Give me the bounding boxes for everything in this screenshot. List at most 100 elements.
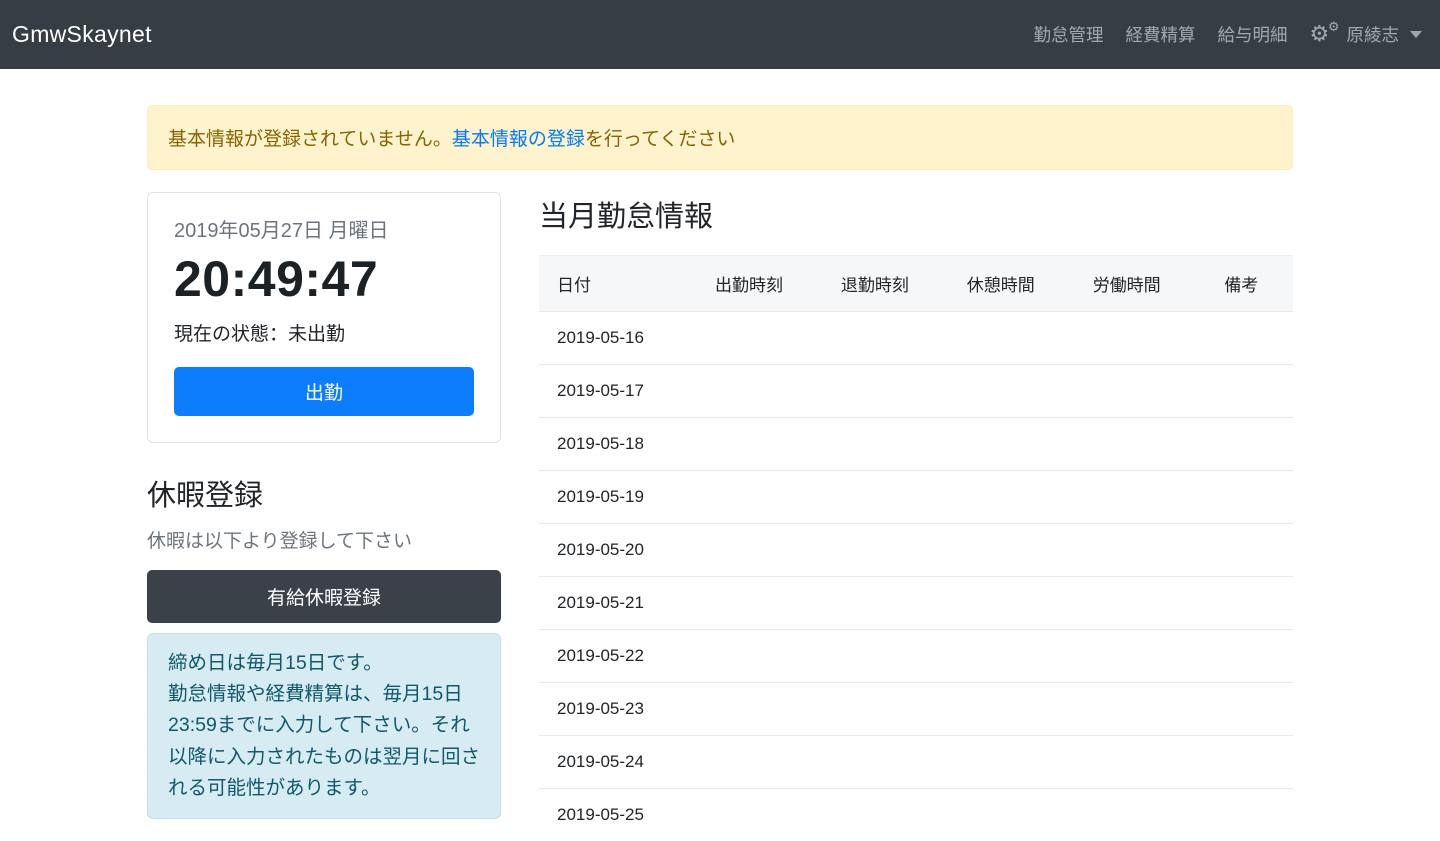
empty-cell [1064,418,1190,471]
empty-cell [812,789,938,841]
attendance-table: 日付 出勤時刻 退勤時刻 休憩時間 労働時間 備考 2019-05-162019… [539,255,1293,841]
empty-cell [812,471,938,524]
empty-cell [686,630,812,683]
date-cell: 2019-05-24 [539,736,686,789]
table-row: 2019-05-19 [539,471,1293,524]
navbar-menu: 勤怠管理 経費精算 給与明細 ⚙⚙ 原綾志 [1034,22,1423,48]
empty-cell [686,418,812,471]
empty-cell [1064,630,1190,683]
user-name: 原綾志 [1347,22,1400,47]
current-time: 20:49:47 [174,250,474,308]
header-clock-in: 出勤時刻 [686,256,812,312]
right-column: 当月勤怠情報 日付 出勤時刻 退勤時刻 休憩時間 労働時 [539,192,1293,841]
date-cell: 2019-05-23 [539,683,686,736]
date-cell: 2019-05-20 [539,524,686,577]
warning-text-before: 基本情報が登録されていません。 [168,129,452,150]
empty-cell [938,471,1064,524]
empty-cell [938,312,1064,365]
table-row: 2019-05-24 [539,736,1293,789]
empty-cell [938,736,1064,789]
empty-cell [938,365,1064,418]
empty-cell [938,789,1064,841]
left-column: 2019年05月27日 月曜日 20:49:47 現在の状態：未出勤 出勤 休暇… [147,192,501,841]
date-cell: 2019-05-21 [539,577,686,630]
nav-item-attendance[interactable]: 勤怠管理 [1034,22,1104,47]
empty-cell [1190,418,1293,471]
empty-cell [812,524,938,577]
empty-cell [1064,312,1190,365]
empty-cell [1190,630,1293,683]
empty-cell [1064,736,1190,789]
empty-cell [812,365,938,418]
empty-cell [1190,312,1293,365]
empty-cell [938,630,1064,683]
empty-cell [812,312,938,365]
empty-cell [812,577,938,630]
empty-cell [1064,524,1190,577]
empty-cell [812,418,938,471]
empty-cell [1190,365,1293,418]
table-row: 2019-05-20 [539,524,1293,577]
empty-cell [686,577,812,630]
empty-cell [938,418,1064,471]
empty-cell [1064,365,1190,418]
attendance-table-head: 日付 出勤時刻 退勤時刻 休憩時間 労働時間 備考 [539,256,1293,312]
empty-cell [1064,789,1190,841]
user-dropdown[interactable]: ⚙⚙ 原綾志 [1310,22,1423,48]
attendance-heading: 当月勤怠情報 [539,193,1293,235]
nav-item-expenses[interactable]: 経費精算 [1126,22,1196,47]
empty-cell [938,683,1064,736]
caret-down-icon [1410,31,1422,38]
empty-cell [686,683,812,736]
table-row: 2019-05-25 [539,789,1293,841]
table-row: 2019-05-16 [539,312,1293,365]
vacation-heading: 休暇登録 [147,472,501,514]
gears-icon: ⚙⚙ [1310,22,1340,48]
empty-cell [686,471,812,524]
table-row: 2019-05-21 [539,577,1293,630]
empty-cell [812,736,938,789]
table-row: 2019-05-22 [539,630,1293,683]
empty-cell [1064,683,1190,736]
basic-info-register-link[interactable]: 基本情報の登録 [452,129,585,150]
date-cell: 2019-05-25 [539,789,686,841]
empty-cell [1190,683,1293,736]
deadline-notice-line-2: 勤怠情報や経費精算は、毎月15日23:59までに入力して下さい。それ以降に入力さ… [168,679,480,804]
navbar: GmwSkaynet 勤怠管理 経費精算 給与明細 ⚙⚙ 原綾志 [0,0,1440,69]
date-cell: 2019-05-22 [539,630,686,683]
header-row: 日付 出勤時刻 退勤時刻 休憩時間 労働時間 備考 [539,256,1293,312]
header-remarks: 備考 [1190,256,1293,312]
attendance-table-body: 2019-05-162019-05-172019-05-182019-05-19… [539,312,1293,841]
current-date: 2019年05月27日 月曜日 [174,214,474,243]
empty-cell [686,736,812,789]
empty-cell [1190,471,1293,524]
warning-banner: 基本情報が登録されていません。基本情報の登録を行ってください [147,105,1293,170]
empty-cell [1190,736,1293,789]
clock-card: 2019年05月27日 月曜日 20:49:47 現在の状態：未出勤 出勤 [147,192,501,443]
date-cell: 2019-05-19 [539,471,686,524]
clock-in-button[interactable]: 出勤 [174,367,474,416]
table-row: 2019-05-23 [539,683,1293,736]
header-clock-out: 退勤時刻 [812,256,938,312]
empty-cell [938,524,1064,577]
date-cell: 2019-05-16 [539,312,686,365]
deadline-notice-line-1: 締め日は毎月15日です。 [168,648,480,679]
empty-cell [1064,471,1190,524]
paid-leave-register-button[interactable]: 有給休暇登録 [147,570,501,623]
empty-cell [1190,789,1293,841]
empty-cell [686,312,812,365]
empty-cell [1064,577,1190,630]
empty-cell [938,577,1064,630]
date-cell: 2019-05-17 [539,365,686,418]
header-work-time: 労働時間 [1064,256,1190,312]
empty-cell [812,630,938,683]
content-columns: 2019年05月27日 月曜日 20:49:47 現在の状態：未出勤 出勤 休暇… [147,192,1293,841]
table-row: 2019-05-17 [539,365,1293,418]
main-container: 基本情報が登録されていません。基本情報の登録を行ってください 2019年05月2… [147,69,1293,841]
empty-cell [812,683,938,736]
empty-cell [1190,577,1293,630]
brand-logo[interactable]: GmwSkaynet [12,21,152,48]
warning-text-after: を行ってください [585,129,735,150]
nav-item-payslip[interactable]: 給与明細 [1218,22,1288,47]
table-row: 2019-05-18 [539,418,1293,471]
